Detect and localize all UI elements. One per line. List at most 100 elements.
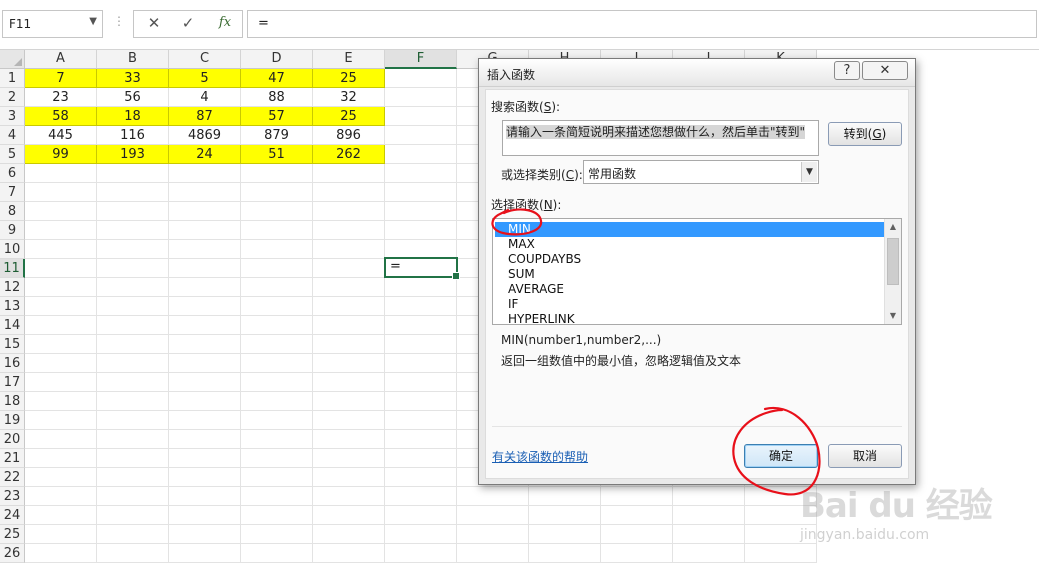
column-header[interactable]: D: [241, 50, 313, 69]
cell[interactable]: [241, 278, 313, 297]
cell[interactable]: [241, 544, 313, 563]
cell[interactable]: [169, 164, 241, 183]
cell[interactable]: [97, 221, 169, 240]
cell[interactable]: [25, 487, 97, 506]
function-list-item[interactable]: SUM: [495, 267, 885, 282]
enter-icon[interactable]: ✓: [174, 14, 202, 34]
cell[interactable]: [601, 506, 673, 525]
cell[interactable]: [385, 430, 457, 449]
column-header[interactable]: C: [169, 50, 241, 69]
cell[interactable]: [385, 487, 457, 506]
row-header[interactable]: 11: [0, 259, 25, 278]
cell[interactable]: 116: [97, 126, 169, 145]
cell[interactable]: [25, 278, 97, 297]
cell[interactable]: [673, 506, 745, 525]
cell[interactable]: [97, 202, 169, 221]
cell[interactable]: 25: [313, 69, 385, 88]
cell[interactable]: [169, 259, 241, 278]
cell[interactable]: [241, 449, 313, 468]
cell[interactable]: [241, 392, 313, 411]
cell[interactable]: [313, 392, 385, 411]
cell[interactable]: [97, 335, 169, 354]
cell[interactable]: [385, 468, 457, 487]
cell[interactable]: [97, 449, 169, 468]
cell[interactable]: [169, 221, 241, 240]
cell[interactable]: [97, 430, 169, 449]
cell[interactable]: [169, 354, 241, 373]
cell[interactable]: [169, 278, 241, 297]
cell[interactable]: [313, 316, 385, 335]
cell[interactable]: [385, 392, 457, 411]
row-header[interactable]: 12: [0, 278, 25, 297]
cell[interactable]: [25, 430, 97, 449]
cell[interactable]: [25, 525, 97, 544]
insert-function-icon[interactable]: fx: [211, 15, 239, 35]
row-header[interactable]: 3: [0, 107, 25, 126]
cell[interactable]: [385, 335, 457, 354]
cell[interactable]: [169, 525, 241, 544]
cell[interactable]: [313, 354, 385, 373]
row-header[interactable]: 13: [0, 297, 25, 316]
ok-button[interactable]: 确定: [744, 444, 818, 468]
column-header[interactable]: E: [313, 50, 385, 69]
cell[interactable]: [385, 126, 457, 145]
cell[interactable]: [97, 316, 169, 335]
cell[interactable]: [673, 487, 745, 506]
cell[interactable]: [25, 411, 97, 430]
close-button[interactable]: ✕: [862, 61, 908, 80]
row-header[interactable]: 25: [0, 525, 25, 544]
cell[interactable]: 4869: [169, 126, 241, 145]
cell[interactable]: 58: [25, 107, 97, 126]
chevron-down-icon[interactable]: ▼: [89, 16, 97, 27]
cell[interactable]: [169, 468, 241, 487]
cell[interactable]: [241, 259, 313, 278]
row-header[interactable]: 21: [0, 449, 25, 468]
chevron-down-icon[interactable]: ▼: [801, 162, 817, 182]
cell[interactable]: [25, 506, 97, 525]
help-button[interactable]: ?: [834, 61, 860, 80]
cell[interactable]: [241, 316, 313, 335]
row-header[interactable]: 8: [0, 202, 25, 221]
cell[interactable]: [529, 544, 601, 563]
cell[interactable]: [241, 221, 313, 240]
cell[interactable]: [313, 240, 385, 259]
cell[interactable]: [97, 240, 169, 259]
row-header[interactable]: 6: [0, 164, 25, 183]
drag-handle-icon[interactable]: ⋮: [113, 14, 125, 28]
cell[interactable]: [313, 525, 385, 544]
row-header[interactable]: 20: [0, 430, 25, 449]
row-header[interactable]: 1: [0, 69, 25, 88]
cell[interactable]: 25: [313, 107, 385, 126]
cell[interactable]: 24: [169, 145, 241, 164]
cell[interactable]: [313, 183, 385, 202]
cell[interactable]: [601, 544, 673, 563]
cell[interactable]: [97, 164, 169, 183]
row-header[interactable]: 10: [0, 240, 25, 259]
cell[interactable]: [241, 297, 313, 316]
select-all-corner[interactable]: [0, 50, 25, 69]
row-header[interactable]: 15: [0, 335, 25, 354]
cell[interactable]: [97, 468, 169, 487]
cell[interactable]: 33: [97, 69, 169, 88]
cell[interactable]: [97, 525, 169, 544]
cell[interactable]: [169, 183, 241, 202]
cell[interactable]: [385, 221, 457, 240]
cell[interactable]: [25, 202, 97, 221]
name-box[interactable]: F11 ▼: [2, 10, 103, 38]
cell[interactable]: [313, 202, 385, 221]
cell[interactable]: [169, 240, 241, 259]
cell[interactable]: [169, 316, 241, 335]
row-header[interactable]: 24: [0, 506, 25, 525]
cell[interactable]: 262: [313, 145, 385, 164]
cell[interactable]: [385, 297, 457, 316]
scroll-down-icon[interactable]: ▼: [885, 308, 901, 324]
cell[interactable]: [97, 373, 169, 392]
row-header[interactable]: 9: [0, 221, 25, 240]
cell[interactable]: [313, 221, 385, 240]
row-header[interactable]: 18: [0, 392, 25, 411]
row-header[interactable]: 4: [0, 126, 25, 145]
cell[interactable]: 32: [313, 88, 385, 107]
function-list-item[interactable]: MAX: [495, 237, 885, 252]
cell[interactable]: [673, 525, 745, 544]
goto-button[interactable]: 转到(G): [828, 122, 902, 146]
